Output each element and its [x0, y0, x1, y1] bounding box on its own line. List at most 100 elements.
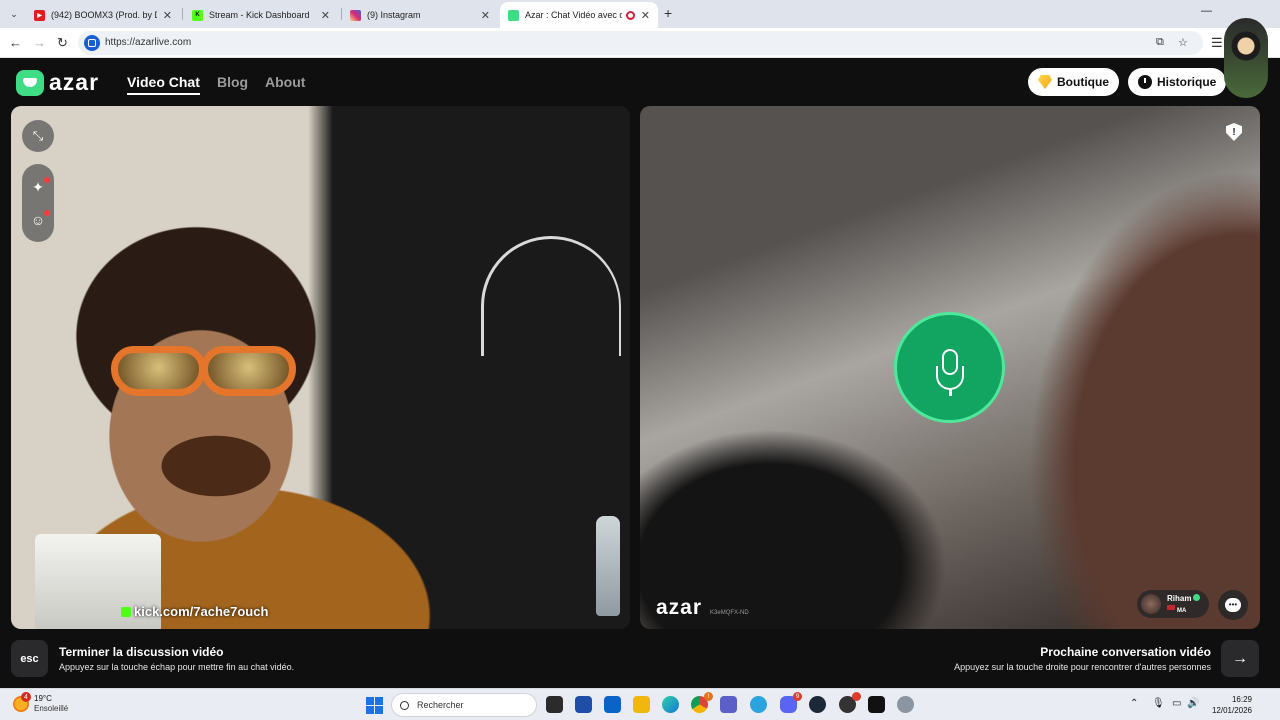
chevron-up-icon[interactable]: ⌃ [1130, 698, 1138, 709]
verified-icon [1193, 594, 1201, 601]
azar-watermark: azar K3eMQFX-ND [656, 596, 749, 620]
gem-icon [1038, 75, 1052, 89]
notification-badge: 4 [21, 692, 31, 702]
sunglasses-right [201, 346, 296, 396]
folder-icon[interactable] [633, 696, 650, 713]
morocco-flag-icon [1167, 605, 1175, 611]
end-chat-description: Appuyez sur la touche échap pour mettre … [59, 662, 295, 672]
forward-arrow-icon[interactable]: → [33, 35, 46, 50]
steam-icon[interactable] [809, 696, 826, 713]
discord-icon[interactable]: 9 [780, 692, 802, 713]
settings-icon[interactable] [897, 696, 914, 713]
site-info-icon[interactable] [84, 35, 100, 51]
weather-widget[interactable]: 4 19°C Ensoleillé [13, 692, 69, 714]
system-clock[interactable]: 16:29 12/01/2026 [1204, 694, 1252, 716]
azar-logo[interactable]: azar [16, 69, 99, 96]
windows-taskbar: 4 19°C Ensoleillé Rechercher ! 9 ⌃ 🎙 ▭ 🔊… [0, 688, 1280, 720]
tab-title: (9) Instagram [367, 10, 421, 20]
clock-icon [1138, 75, 1152, 89]
reload-icon[interactable]: ↻ [57, 35, 68, 51]
watermark-id: K3eMQFX-ND [710, 610, 749, 616]
nav-video-chat[interactable]: Video Chat [127, 74, 200, 95]
shop-button[interactable]: Boutique [1028, 68, 1119, 96]
minimize-video-icon[interactable]: ⤡ [22, 120, 54, 152]
close-icon[interactable]: ✕ [163, 9, 172, 22]
task-view-icon[interactable] [546, 696, 563, 713]
telegram-icon[interactable] [750, 696, 767, 713]
windows-start-icon[interactable] [366, 697, 383, 714]
search-icon [400, 700, 409, 710]
face-filter-icon[interactable]: ☺ [22, 204, 54, 236]
browser-tab-bar: ⌄ ▶ (942) BOOMX3 (Prod. by Dawer ✕ K Str… [0, 0, 1280, 28]
back-arrow-icon[interactable]: ← [9, 35, 22, 50]
tab-title: Azar : Chat Vidéo avec de n [525, 10, 622, 20]
kick-app-icon[interactable] [868, 696, 885, 713]
reading-list-icon[interactable]: ☰ [1211, 35, 1223, 51]
tab-kick[interactable]: K Stream - Kick Dashboard ✕ [184, 4, 338, 26]
microphone-icon [894, 312, 1005, 423]
url-text[interactable]: https://azarlive.com [105, 37, 191, 48]
close-icon[interactable]: ✕ [481, 9, 490, 22]
display-icon[interactable]: ▭ [1172, 698, 1181, 709]
azar-icon [508, 9, 519, 21]
weather-condition: Ensoleillé [34, 704, 69, 713]
report-shield-icon[interactable]: ! [1226, 123, 1242, 141]
outlook-icon[interactable] [604, 696, 621, 713]
bookmark-star-icon[interactable]: ☆ [1178, 36, 1188, 49]
address-bar[interactable]: https://azarlive.com ⧉ ☆ [78, 31, 1203, 55]
close-icon[interactable]: ✕ [321, 9, 330, 22]
stream-overlay-text: kick.com/7ache7ouch [121, 604, 268, 619]
peer-video-feed: ! azar K3eMQFX-ND Riham MA ••• [640, 106, 1260, 629]
minimize-icon[interactable]: — [1201, 5, 1212, 17]
sunglasses-left [111, 346, 206, 396]
peer-name: Riham [1167, 594, 1192, 603]
tab-separator [182, 8, 183, 20]
end-chat-button[interactable]: esc [11, 640, 48, 677]
tab-title: (942) BOOMX3 (Prod. by Dawer [51, 10, 157, 20]
tab-youtube[interactable]: ▶ (942) BOOMX3 (Prod. by Dawer ✕ [26, 4, 180, 26]
clock-date: 12/01/2026 [1211, 706, 1252, 715]
background-cable [481, 236, 621, 356]
store-icon[interactable] [575, 696, 592, 713]
profile-avatar[interactable] [1224, 18, 1268, 98]
next-chat-title: Prochaine conversation vidéo [1040, 645, 1211, 659]
obs-icon[interactable] [839, 692, 861, 713]
tab-azar[interactable]: Azar : Chat Vidéo avec de n ✕ [500, 2, 658, 28]
next-chat-button[interactable]: → [1221, 640, 1259, 677]
chat-bubble-icon: ••• [1225, 598, 1241, 612]
tab-search-dropdown-icon[interactable]: ⌄ [6, 6, 22, 22]
peer-avatar [1141, 594, 1161, 614]
nav-about[interactable]: About [265, 74, 305, 90]
search-placeholder: Rechercher [417, 700, 464, 710]
close-icon[interactable]: ✕ [641, 9, 650, 22]
self-video-feed: ⤡ ✦ ☺ kick.com/7ache7ouch [11, 106, 630, 629]
edge-icon[interactable] [662, 696, 679, 713]
teams-icon[interactable] [720, 696, 737, 713]
peer-country: MA [1177, 608, 1187, 614]
history-label: Historique [1157, 75, 1217, 89]
kick-icon [121, 606, 131, 617]
volume-icon[interactable]: 🔊 [1187, 698, 1199, 709]
shop-label: Boutique [1057, 75, 1109, 89]
azar-logo-icon [16, 69, 44, 96]
new-tab-button[interactable]: + [664, 5, 672, 21]
next-chat-description: Appuyez sur la touche droite pour rencon… [954, 662, 1211, 672]
kick-icon: K [192, 9, 203, 21]
chrome-icon[interactable]: ! [691, 692, 713, 713]
history-button[interactable]: Historique [1128, 68, 1227, 96]
nav-blog[interactable]: Blog [217, 74, 248, 90]
youtube-icon: ▶ [34, 9, 45, 21]
chat-button[interactable]: ••• [1218, 590, 1248, 620]
end-chat-title: Terminer la discussion vidéo [59, 645, 224, 659]
install-app-icon[interactable]: ⧉ [1156, 36, 1164, 49]
bottle [596, 516, 620, 616]
instagram-icon [350, 9, 361, 21]
tab-instagram[interactable]: (9) Instagram ✕ [342, 4, 498, 26]
weather-temperature: 19°C [34, 694, 52, 703]
peer-profile-chip[interactable]: Riham MA [1137, 590, 1209, 618]
browser-toolbar: ← → ↻ https://azarlive.com ⧉ ☆ ☰ [0, 28, 1280, 58]
sparkle-effects-icon[interactable]: ✦ [22, 171, 54, 203]
taskbar-search[interactable]: Rechercher [391, 693, 537, 717]
microphone-tray-icon[interactable]: 🎙 [1152, 698, 1165, 709]
logo-text: azar [49, 69, 100, 95]
